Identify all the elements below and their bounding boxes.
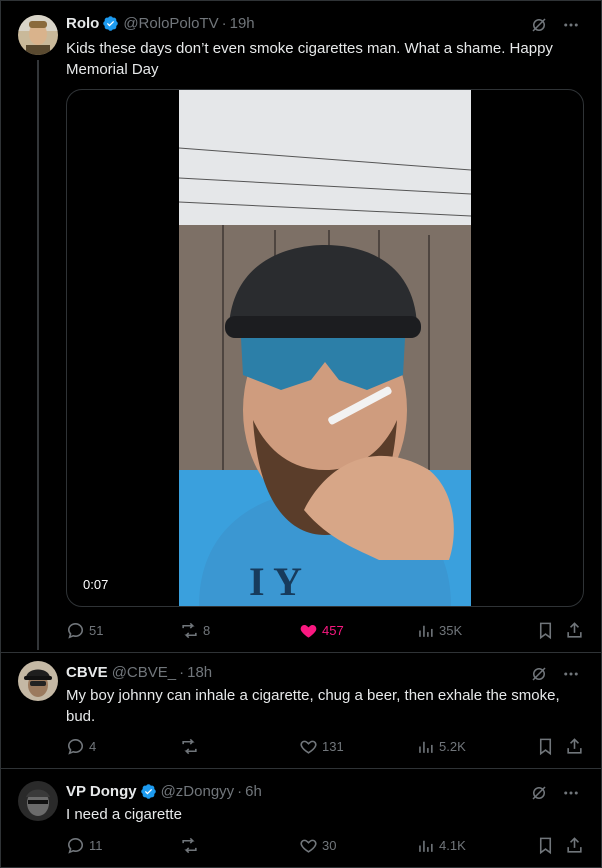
views-button[interactable]: 4.1K: [416, 836, 466, 855]
separator-dot: ·: [179, 664, 185, 681]
avatar[interactable]: [18, 781, 58, 821]
repost-button[interactable]: [180, 836, 203, 855]
share-button[interactable]: [565, 836, 584, 855]
like-button[interactable]: 30: [299, 836, 336, 855]
verified-badge-icon: [103, 16, 119, 31]
like-button[interactable]: 131: [299, 737, 344, 756]
separator-dot: ·: [237, 783, 243, 800]
views-icon: [419, 840, 433, 852]
post-top-icons: [530, 665, 580, 683]
handle[interactable]: @zDongyy: [161, 783, 235, 800]
share-icon: [567, 837, 582, 853]
svg-text:I Y: I Y: [249, 559, 302, 604]
bookmark-button[interactable]: [536, 737, 555, 756]
reply-count: 4: [89, 739, 97, 754]
timestamp[interactable]: 6h: [245, 783, 262, 800]
action-bar: 4 131 5.2K: [66, 737, 582, 757]
view-count: 5.2K: [439, 739, 466, 754]
bookmark-icon: [539, 738, 552, 756]
reply-count: 11: [89, 838, 103, 853]
post-header: CBVE @CBVE_ · 18h: [66, 664, 212, 681]
bookmark-button[interactable]: [536, 836, 555, 855]
reply-icon: [67, 622, 84, 639]
avatar[interactable]: [18, 15, 58, 55]
reply-button[interactable]: 4: [66, 737, 96, 756]
views-icon: [419, 625, 433, 637]
timestamp[interactable]: 19h: [230, 15, 255, 32]
view-count: 35K: [439, 623, 463, 638]
more-icon[interactable]: [562, 16, 580, 34]
video-frame[interactable]: I Y: [179, 90, 471, 606]
handle[interactable]: @CBVE_: [112, 664, 176, 681]
video-duration: 0:07: [83, 577, 109, 592]
avatar[interactable]: [18, 661, 58, 701]
display-name[interactable]: CBVE: [66, 664, 108, 681]
bookmark-icon: [539, 622, 552, 640]
timestamp[interactable]: 18h: [187, 664, 212, 681]
repost-icon: [182, 837, 197, 854]
video-thumbnail: I Y: [179, 90, 471, 606]
reply-icon: [67, 738, 84, 755]
post-header: Rolo @RoloPoloTV · 19h: [66, 15, 255, 32]
like-icon: [300, 839, 317, 853]
handle[interactable]: @RoloPoloTV: [123, 15, 218, 32]
views-icon: [419, 741, 433, 753]
repost-button[interactable]: 8: [180, 621, 210, 640]
more-icon[interactable]: [562, 665, 580, 683]
post-text: Kids these days don’t even smoke cigaret…: [66, 40, 553, 78]
action-bar: 51 8 457 35K: [66, 621, 582, 641]
repost-icon: [182, 622, 197, 639]
post-rolo[interactable]: Rolo @RoloPoloTV · 19h Kids these days d…: [0, 0, 602, 652]
post-text: I need a cigarette: [66, 806, 182, 823]
separator-dot: ·: [221, 15, 227, 32]
like-count: 457: [322, 623, 344, 638]
thread-line: [37, 60, 39, 650]
display-name[interactable]: VP Dongy: [66, 783, 137, 800]
reply-count: 51: [89, 623, 104, 638]
views-button[interactable]: 5.2K: [416, 737, 466, 756]
like-button[interactable]: 457: [299, 621, 344, 640]
bookmark-icon: [539, 837, 552, 855]
post-top-icons: [530, 784, 580, 802]
views-button[interactable]: 35K: [416, 621, 462, 640]
post-text: My boy johnny can inhale a cigarette, ch…: [66, 687, 560, 725]
grok-icon[interactable]: [530, 665, 548, 683]
video-player[interactable]: I Y 0:07: [66, 89, 584, 607]
post-header: VP Dongy @zDongyy · 6h: [66, 783, 262, 800]
reply-button[interactable]: 11: [66, 836, 103, 855]
verified-badge-icon: [140, 784, 156, 799]
share-icon: [567, 622, 582, 638]
action-bar: 11 30 4.1K: [66, 836, 582, 856]
more-icon[interactable]: [562, 784, 580, 802]
like-icon: [300, 624, 317, 638]
repost-count: 8: [203, 623, 211, 638]
post-cbve[interactable]: CBVE @CBVE_ · 18h My boy johnny can inha…: [0, 653, 602, 767]
post-top-icons: [530, 16, 580, 34]
like-count: 30: [322, 838, 337, 853]
view-count: 4.1K: [439, 838, 466, 853]
display-name[interactable]: Rolo: [66, 15, 99, 32]
reply-button[interactable]: 51: [66, 621, 103, 640]
like-icon: [300, 740, 317, 754]
like-count: 131: [322, 739, 344, 754]
reply-icon: [67, 837, 84, 854]
share-icon: [567, 738, 582, 754]
repost-icon: [182, 738, 197, 755]
grok-icon[interactable]: [530, 16, 548, 34]
share-button[interactable]: [565, 737, 584, 756]
share-button[interactable]: [565, 621, 584, 640]
grok-icon[interactable]: [530, 784, 548, 802]
repost-button[interactable]: [180, 737, 203, 756]
post-vp-dongy[interactable]: VP Dongy @zDongyy · 6h I need a cigarett…: [0, 769, 602, 868]
bookmark-button[interactable]: [536, 621, 555, 640]
